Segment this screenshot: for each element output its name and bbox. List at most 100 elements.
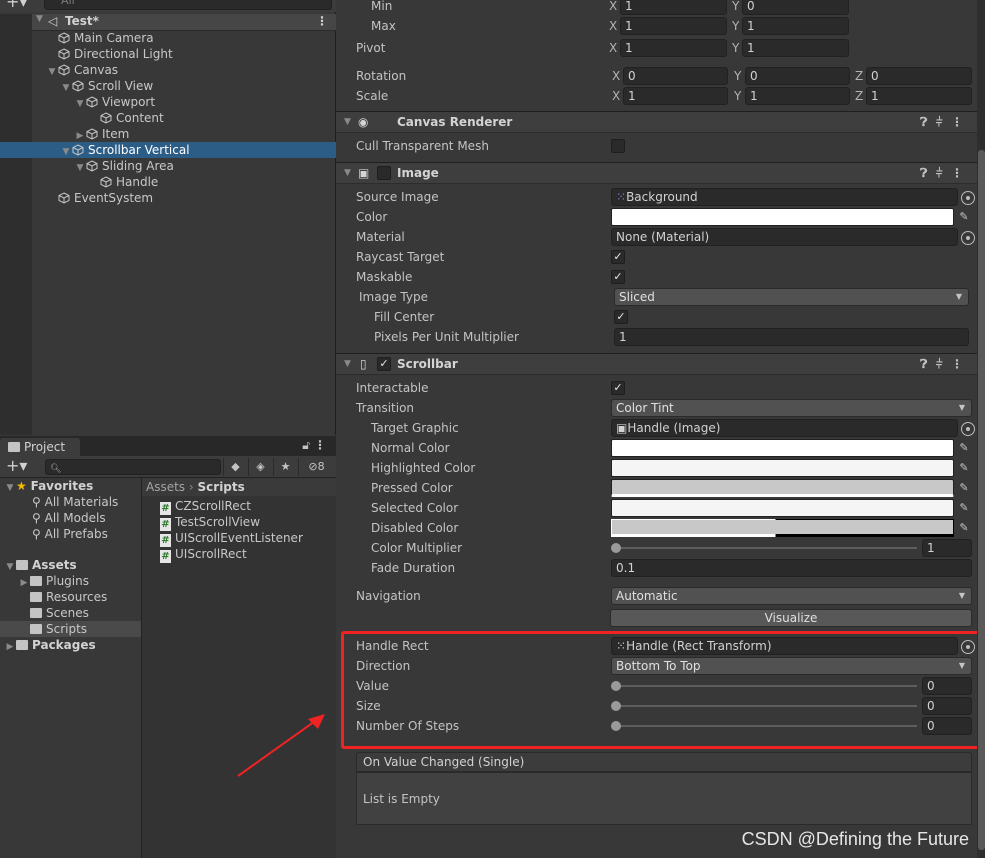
- color-field[interactable]: [611, 208, 954, 226]
- presets-icon[interactable]: ⫩: [936, 357, 943, 371]
- lock-icon[interactable]: 🔓︎: [302, 438, 310, 453]
- transition-dropdown[interactable]: Color Tint ▼: [611, 399, 972, 417]
- tree-favorite-item[interactable]: ⚲ All Models: [32, 510, 106, 526]
- tree-folder[interactable]: Resources: [30, 589, 107, 605]
- hierarchy-item[interactable]: ▼ Canvas: [46, 62, 119, 80]
- component-header-canvas-renderer[interactable]: ▼ ◉ Canvas Renderer ❓︎ ⫩ ⋮: [336, 111, 977, 133]
- material-field[interactable]: None (Material): [611, 228, 958, 246]
- slider-handle[interactable]: [611, 543, 621, 553]
- expand-arrow-icon[interactable]: ▼: [36, 14, 43, 24]
- raycast-target-checkbox[interactable]: ✓: [611, 250, 625, 264]
- highlighted-color-field[interactable]: [611, 459, 954, 477]
- file-item[interactable]: # UIScrollRect: [160, 546, 247, 563]
- pivot-y-field[interactable]: 1: [742, 39, 849, 57]
- eyedropper-icon[interactable]: ✎: [956, 499, 972, 517]
- anchor-max-x-field[interactable]: 1: [620, 17, 727, 35]
- hierarchy-item[interactable]: Directional Light: [46, 46, 173, 62]
- help-icon[interactable]: ❓︎: [920, 115, 927, 129]
- expand-arrow-icon[interactable]: ▼: [4, 480, 16, 496]
- more-menu-icon[interactable]: ⋮: [314, 438, 326, 452]
- target-graphic-field[interactable]: ▣Handle (Image): [611, 419, 958, 437]
- rotation-x-field[interactable]: 0: [623, 67, 728, 85]
- rotation-z-field[interactable]: 0: [866, 67, 972, 85]
- image-type-dropdown[interactable]: Sliced ▼: [614, 288, 969, 306]
- scale-y-field[interactable]: 1: [745, 87, 850, 105]
- cull-transparent-checkbox[interactable]: [611, 139, 625, 153]
- eyedropper-icon[interactable]: ✎: [956, 439, 972, 457]
- object-picker-icon[interactable]: [961, 422, 975, 436]
- visualize-button[interactable]: Visualize: [610, 609, 972, 627]
- interactable-checkbox[interactable]: ✓: [611, 381, 625, 395]
- pressed-color-field[interactable]: [611, 479, 954, 497]
- scale-x-field[interactable]: 1: [623, 87, 728, 105]
- tree-favorite-item[interactable]: ⚲ All Prefabs: [32, 526, 108, 542]
- pivot-x-field[interactable]: 1: [620, 39, 727, 57]
- fade-duration-field[interactable]: 0.1: [611, 559, 972, 577]
- anchor-max-y-field[interactable]: 1: [742, 17, 849, 35]
- color-multiplier-field[interactable]: 1: [922, 539, 972, 557]
- hierarchy-item[interactable]: ▼ Scroll View: [60, 78, 154, 96]
- expand-arrow-icon[interactable]: ▼: [60, 80, 72, 96]
- component-header-image[interactable]: ▼ ▣ Image ❓︎ ⫩ ⋮: [336, 162, 977, 184]
- scrollbar-thumb[interactable]: [978, 150, 985, 850]
- scene-header[interactable]: ▼ ◁ Test* ⋮: [32, 14, 336, 31]
- hierarchy-item[interactable]: EventSystem: [46, 190, 153, 206]
- fill-center-checkbox[interactable]: ✓: [614, 310, 628, 324]
- more-menu-icon[interactable]: ⋮: [951, 115, 963, 129]
- eyedropper-icon[interactable]: ✎: [956, 479, 972, 497]
- tree-assets[interactable]: ▼ Assets: [4, 557, 77, 573]
- selected-color-field[interactable]: [611, 499, 954, 517]
- expand-arrow-icon[interactable]: ▼: [74, 160, 86, 176]
- rotation-y-field[interactable]: 0: [745, 67, 850, 85]
- color-multiplier-slider[interactable]: [614, 547, 917, 549]
- normal-color-field[interactable]: [611, 439, 954, 457]
- expand-arrow-icon[interactable]: ▼: [74, 96, 86, 112]
- hierarchy-item[interactable]: ▼ Viewport: [74, 94, 156, 112]
- object-picker-icon[interactable]: [961, 191, 975, 205]
- expand-arrow-icon[interactable]: ▼: [60, 144, 72, 160]
- filter-type-button[interactable]: ◆: [223, 458, 247, 476]
- hierarchy-item[interactable]: Main Camera: [46, 30, 154, 46]
- object-picker-icon[interactable]: [961, 231, 975, 245]
- tree-favorite-item[interactable]: ⚲ All Materials: [32, 494, 118, 510]
- tree-packages[interactable]: ▶ Packages: [4, 637, 96, 653]
- presets-icon[interactable]: ⫩: [936, 166, 943, 180]
- ppu-field[interactable]: 1: [614, 328, 969, 346]
- help-icon[interactable]: ❓︎: [920, 166, 927, 180]
- favorite-button[interactable]: ★: [273, 458, 297, 476]
- hierarchy-item[interactable]: ▼ Scrollbar Vertical: [0, 142, 336, 158]
- create-icon[interactable]: +▾: [6, 456, 27, 475]
- file-item[interactable]: # CZScrollRect: [160, 498, 251, 515]
- scrollbar-enabled-checkbox[interactable]: ✓: [377, 357, 391, 371]
- scale-z-field[interactable]: 1: [866, 87, 972, 105]
- tree-folder[interactable]: Scenes: [30, 605, 89, 621]
- expand-arrow-icon[interactable]: ▼: [46, 64, 58, 80]
- hierarchy-item[interactable]: ▶ Item: [74, 126, 130, 142]
- anchor-min-y-field[interactable]: 0: [742, 0, 849, 15]
- breadcrumb-current[interactable]: Scripts: [198, 480, 245, 494]
- more-menu-icon[interactable]: ⋮: [316, 14, 328, 28]
- maskable-checkbox[interactable]: ✓: [611, 270, 625, 284]
- more-menu-icon[interactable]: ⋮: [951, 166, 963, 180]
- component-header-scrollbar[interactable]: ▼ ▯ ✓ Scrollbar ❓︎ ⫩ ⋮: [336, 353, 977, 375]
- image-enabled-checkbox[interactable]: [377, 166, 391, 180]
- hierarchy-item[interactable]: Handle: [88, 174, 158, 190]
- more-menu-icon[interactable]: ⋮: [951, 357, 963, 371]
- hierarchy-item[interactable]: Content: [88, 110, 164, 126]
- expand-arrow-icon[interactable]: ▼: [4, 559, 16, 575]
- tab-project[interactable]: Project: [0, 438, 80, 456]
- file-item[interactable]: # UIScrollEventListener: [160, 530, 303, 547]
- expand-arrow-icon[interactable]: ▼: [344, 163, 351, 183]
- add-icon[interactable]: +▾: [6, 0, 27, 11]
- tree-folder[interactable]: ▶ Plugins: [18, 573, 89, 589]
- expand-arrow-icon[interactable]: ▶: [4, 639, 16, 655]
- navigation-dropdown[interactable]: Automatic ▼: [611, 587, 972, 605]
- tree-favorites[interactable]: ▼ ★ Favorites: [4, 478, 94, 496]
- breadcrumb-root[interactable]: Assets: [146, 480, 185, 494]
- hierarchy-item[interactable]: ▼ Sliding Area: [74, 158, 174, 174]
- project-search-input[interactable]: 🔍︎: [45, 459, 221, 475]
- help-icon[interactable]: ❓︎: [920, 357, 927, 371]
- disabled-color-field[interactable]: [611, 519, 954, 537]
- expand-arrow-icon[interactable]: ▶: [18, 575, 30, 591]
- hidden-packages-button[interactable]: ⊘8: [298, 458, 334, 476]
